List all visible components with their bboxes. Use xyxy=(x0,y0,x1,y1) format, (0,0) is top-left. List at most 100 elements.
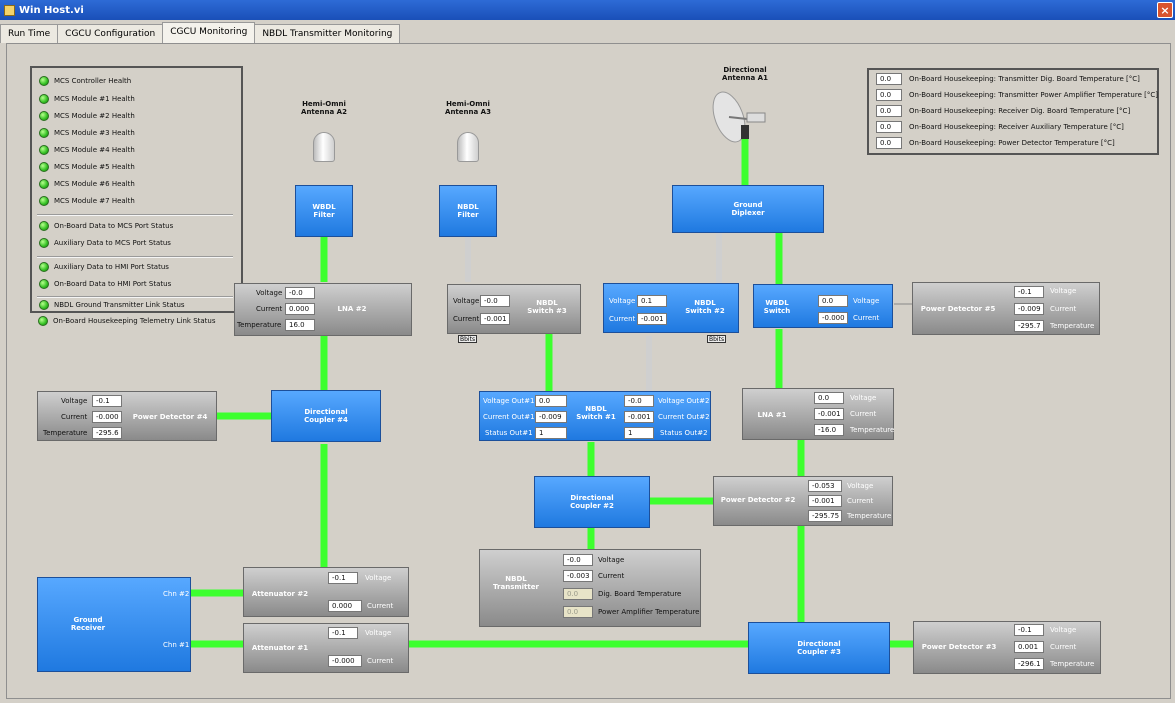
tab-cgcu-monitoring[interactable]: CGCU Monitoring xyxy=(162,22,256,43)
switch1-sout2-label: Status Out#2 xyxy=(660,429,708,437)
att1-voltage-label: Voltage xyxy=(365,629,392,637)
hk-tx-pa-temp-value: 0.0 xyxy=(876,89,902,101)
pd5-voltage-value: -0.1 xyxy=(1014,286,1044,298)
lna2-temperature-value: 16.0 xyxy=(285,319,315,331)
switch1-sout2-value: 1 xyxy=(624,427,654,439)
status-led-icon xyxy=(39,128,49,138)
led-onboard-data-mcs-port: On-Board Data to MCS Port Status xyxy=(39,221,173,231)
pd2-temperature-label: Temperature xyxy=(847,512,892,520)
lna2-voltage-value: -0.0 xyxy=(285,287,315,299)
antenna-a2-label: Hemi-Omni Antenna A2 xyxy=(301,100,347,116)
antenna-a1-label: Directional Antenna A1 xyxy=(722,66,768,82)
tx-dig-board-temp-label: Dig. Board Temperature xyxy=(598,590,682,598)
pd3-temperature-label: Temperature xyxy=(1050,660,1095,668)
pd2-voltage-value: -0.053 xyxy=(808,480,842,492)
directional-coupler2-block: Directional Coupler #2 xyxy=(534,476,650,528)
tx-pa-temp-label: Power Amplifier Temperature xyxy=(598,608,700,616)
lna1-temperature-label: Temperature xyxy=(850,426,895,434)
dish-antenna-icon xyxy=(712,91,766,143)
status-led-icon xyxy=(39,221,49,231)
led-mcs-module-4: MCS Module #4 Health xyxy=(39,145,135,155)
led-separator xyxy=(37,256,233,258)
led-nbdl-ground-transmitter-link: NBDL Ground Transmitter Link Status xyxy=(39,300,185,310)
switch1-vout2-label: Voltage Out#2 xyxy=(658,397,710,405)
tx-current-label: Current xyxy=(598,572,625,580)
switch1-cout2-value: -0.001 xyxy=(624,411,654,423)
tx-dig-board-temp-value: 0.0 xyxy=(563,588,593,600)
pd2-title: Power Detector #2 xyxy=(720,496,796,504)
pd2-current-value: -0.001 xyxy=(808,495,842,507)
hemi-omni-antenna-icon xyxy=(457,132,479,162)
hk-rx-aux-temp-value: 0.0 xyxy=(876,121,902,133)
tab-nbdl-transmitter-monitoring[interactable]: NBDL Transmitter Monitoring xyxy=(254,24,401,43)
led-mcs-module-5: MCS Module #5 Health xyxy=(39,162,135,172)
status-led-icon xyxy=(39,94,49,104)
switch1-vout1-value: 0.0 xyxy=(535,395,567,407)
switch1-cout2-label: Current Out#2 xyxy=(658,413,710,421)
pd4-current-value: -0.000 xyxy=(92,411,122,423)
status-led-icon xyxy=(39,76,49,86)
ground-receiver-title: Ground Receiver xyxy=(70,616,106,632)
pd5-voltage-label: Voltage xyxy=(1050,287,1077,295)
status-led-icon xyxy=(39,179,49,189)
pd5-title: Power Detector #5 xyxy=(920,305,996,313)
status-led-icon xyxy=(39,279,49,289)
hk-tx-dig-board-temp-value: 0.0 xyxy=(876,73,902,85)
lna1-title: LNA #1 xyxy=(757,411,787,419)
lna2-current-value: 0.000 xyxy=(285,303,315,315)
ground-diplexer-block: Ground Diplexer xyxy=(672,185,824,233)
tab-bar: Run Time CGCU Configuration CGCU Monitor… xyxy=(0,22,401,44)
hk-rx-dig-board-temp-value: 0.0 xyxy=(876,105,902,117)
led-onboard-housekeeping-telemetry-link: On-Board Housekeeping Telemetry Link Sta… xyxy=(38,316,216,326)
status-led-icon xyxy=(38,316,48,326)
monitoring-panel: MCS Controller Health MCS Module #1 Heal… xyxy=(6,43,1171,699)
pd5-current-value: -0.009 xyxy=(1014,303,1044,315)
att1-current-label: Current xyxy=(367,657,394,665)
led-auxiliary-data-hmi-port: Auxiliary Data to HMI Port Status xyxy=(39,262,169,272)
pd4-voltage-value: -0.1 xyxy=(92,395,122,407)
switch2-title: NBDL Switch #2 xyxy=(685,299,725,315)
lna1-temperature-value: -16.0 xyxy=(814,424,844,436)
hk-power-detector-temp-label: On-Board Housekeeping: Power Detector Te… xyxy=(909,139,1115,147)
led-mcs-module-6: MCS Module #6 Health xyxy=(39,179,135,189)
hk-rx-aux-temp-label: On-Board Housekeeping: Receiver Auxiliar… xyxy=(909,123,1124,131)
tx-voltage-value: -0.0 xyxy=(563,554,593,566)
status-led-icon xyxy=(39,111,49,121)
title-bar: Win Host.vi × xyxy=(0,0,1175,20)
led-separator xyxy=(37,296,233,298)
pd5-current-label: Current xyxy=(1050,305,1077,313)
pd4-voltage-label: Voltage xyxy=(61,397,88,405)
switch1-cout1-value: -0.009 xyxy=(535,411,567,423)
att1-current-value: -0.000 xyxy=(328,655,362,667)
directional-coupler3-block: Directional Coupler #3 xyxy=(748,622,890,674)
lna1-current-label: Current xyxy=(850,410,877,418)
att2-title: Attenuator #2 xyxy=(251,590,309,598)
lna1-voltage-value: 0.0 xyxy=(814,392,844,404)
close-button[interactable]: × xyxy=(1157,2,1173,18)
att2-current-label: Current xyxy=(367,602,394,610)
pd3-temperature-value: -296.1 xyxy=(1014,658,1044,670)
pd5-temperature-value: -295.7 xyxy=(1014,320,1044,332)
status-led-icon xyxy=(39,300,49,310)
directional-coupler4-block: Directional Coupler #4 xyxy=(271,390,381,442)
tab-run-time[interactable]: Run Time xyxy=(0,24,59,43)
wbdl-switch-voltage-label: Voltage xyxy=(853,297,880,305)
status-led-icon xyxy=(39,196,49,206)
wbdl-switch-title: WBDL Switch xyxy=(763,299,791,315)
switch1-vout2-value: -0.0 xyxy=(624,395,654,407)
pd4-title: Power Detector #4 xyxy=(132,413,208,421)
status-led-icon xyxy=(39,238,49,248)
led-mcs-module-7: MCS Module #7 Health xyxy=(39,196,135,206)
status-led-icon xyxy=(39,262,49,272)
tx-pa-temp-value: 0.0 xyxy=(563,606,593,618)
tab-cgcu-configuration[interactable]: CGCU Configuration xyxy=(57,24,164,43)
nbdl-transmitter-title: NBDL Transmitter xyxy=(493,575,539,591)
led-onboard-data-hmi-port: On-Board Data to HMI Port Status xyxy=(39,279,171,289)
switch2-bits-indicator: Bbits xyxy=(707,335,727,343)
tx-current-value: -0.003 xyxy=(563,570,593,582)
pd2-temperature-value: -295.75 xyxy=(808,510,842,522)
switch1-sout1-value: 1 xyxy=(535,427,567,439)
switch1-sout1-label: Status Out#1 xyxy=(485,429,533,437)
led-separator xyxy=(37,214,233,216)
switch3-voltage-value: -0.0 xyxy=(480,295,510,307)
